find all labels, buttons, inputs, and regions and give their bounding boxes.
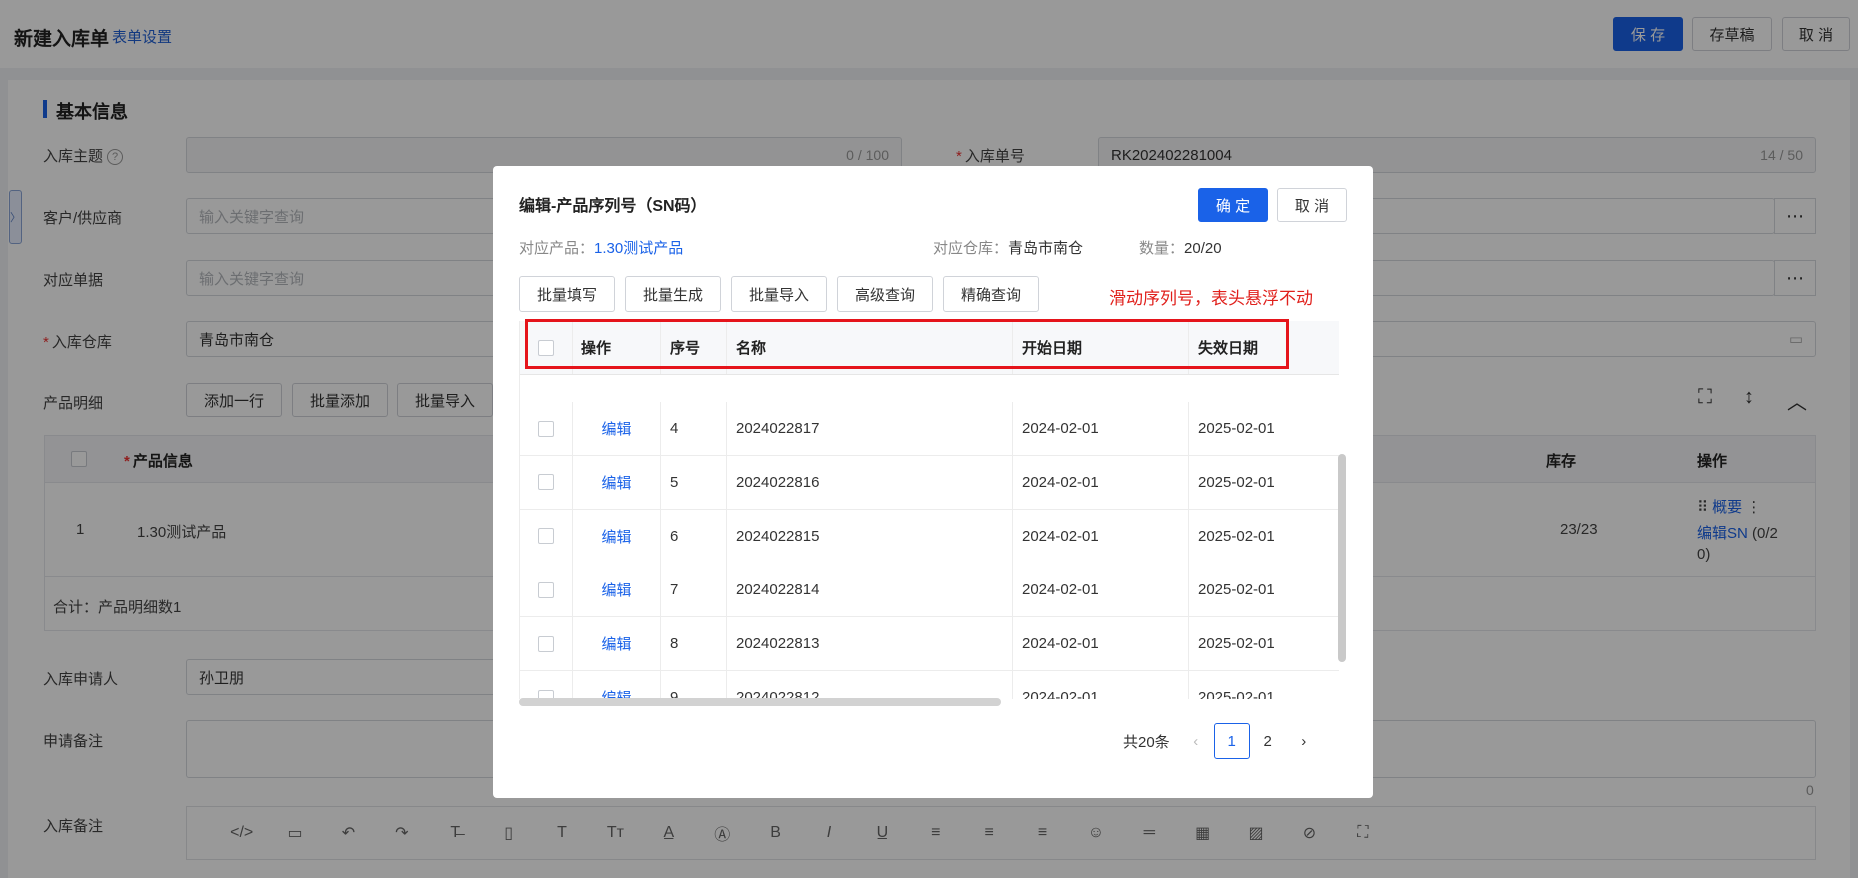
sn-row-start: 2024-02-01: [1022, 420, 1099, 437]
modal-title: 编辑-产品序列号（SN码）: [519, 198, 707, 215]
sn-cell-action: 编辑: [573, 671, 661, 699]
page-1[interactable]: 1: [1213, 723, 1250, 759]
sn-row-no: 8: [670, 635, 679, 653]
sn-cell-end: 2025-02-01: [1189, 402, 1339, 455]
next-page-icon[interactable]: ›: [1286, 723, 1322, 759]
sn-row-checkbox[interactable]: [538, 635, 554, 652]
pagination: 共20条 ‹ 1 2 ›: [1123, 723, 1322, 759]
sn-cell-no: 9: [661, 671, 727, 699]
sn-row-end: 2025-02-01: [1198, 635, 1275, 653]
modal-confirm-button[interactable]: 确 定: [1198, 188, 1268, 222]
sn-row-name: 2024022815: [736, 527, 820, 545]
sn-row: 编辑 5 2024022816 2024-02-01 2025-02-01: [520, 455, 1339, 510]
sn-cell-end: 2025-02-01: [1189, 510, 1339, 563]
sn-cell-name: 2024022813: [727, 617, 1013, 671]
sn-cell-name: 2024022812: [727, 671, 1013, 699]
sn-cell-no: 7: [661, 563, 727, 617]
sn-row-start: 2024-02-01: [1022, 635, 1099, 653]
modal-cancel-button[interactable]: 取 消: [1277, 188, 1347, 222]
sn-row-end: 2025-02-01: [1198, 420, 1275, 437]
sn-row-checkbox[interactable]: [538, 420, 554, 437]
pagination-total: 共20条: [1123, 733, 1170, 751]
sn-row-action[interactable]: 编辑: [601, 472, 631, 493]
sn-row: 编辑 7 2024022814 2024-02-01 2025-02-01: [520, 563, 1339, 618]
sn-row-select-cell: [520, 617, 573, 671]
annotation-note: 滑动序列号，表头悬浮不动: [1109, 289, 1313, 309]
sn-cell-action: 编辑: [573, 402, 661, 455]
sn-row-action[interactable]: 编辑: [601, 418, 631, 439]
sn-row-start: 2024-02-01: [1022, 689, 1099, 699]
sn-row-select-cell: [520, 402, 573, 455]
sn-row-no: 6: [670, 527, 679, 545]
sn-row-no: 5: [670, 473, 679, 491]
page-2[interactable]: 2: [1250, 723, 1286, 759]
sn-cell-start: 2024-02-01: [1013, 402, 1189, 455]
batch-fill-button[interactable]: 批量填写: [519, 276, 615, 312]
sn-cell-no: 4: [661, 402, 727, 455]
sn-row-action[interactable]: 编辑: [601, 526, 631, 547]
sn-cell-end: 2025-02-01: [1189, 563, 1339, 616]
sn-cell-name: 2024022817: [727, 402, 1013, 455]
sn-row-no: 7: [670, 581, 679, 599]
sn-cell-action: 编辑: [573, 509, 661, 563]
sn-row-no: 4: [670, 420, 679, 437]
sn-row-select-cell: [520, 455, 573, 509]
modal-warehouse-info: 对应仓库：青岛市南仓: [933, 240, 1084, 257]
sn-row: 编辑 8 2024022813 2024-02-01 2025-02-01: [520, 617, 1339, 672]
sn-row-end: 2025-02-01: [1198, 689, 1275, 699]
modal-product-link[interactable]: 1.30测试产品: [594, 240, 683, 257]
sn-row-select-cell: [520, 509, 573, 563]
header-highlight-box: [525, 319, 1289, 369]
exact-query-button[interactable]: 精确查询: [943, 276, 1039, 312]
sn-row-start: 2024-02-01: [1022, 473, 1099, 491]
sn-cell-no: 8: [661, 617, 727, 671]
sn-row-name: 2024022814: [736, 581, 820, 599]
sn-cell-name: 2024022816: [727, 455, 1013, 509]
horizontal-scrollbar[interactable]: [519, 698, 1001, 706]
vertical-scrollbar[interactable]: [1338, 454, 1346, 662]
sn-edit-modal: 编辑-产品序列号（SN码） 确 定 取 消 对应产品：1.30测试产品 对应仓库…: [493, 166, 1373, 798]
sn-row-name: 2024022816: [736, 473, 820, 491]
modal-product-info: 对应产品：1.30测试产品: [519, 240, 684, 257]
sn-cell-end: 2025-02-01: [1189, 671, 1339, 699]
sn-row-checkbox[interactable]: [538, 528, 554, 545]
sn-row-select-cell: [520, 671, 573, 699]
batch-generate-button[interactable]: 批量生成: [625, 276, 721, 312]
sn-row: 编辑 9 2024022812 2024-02-01 2025-02-01: [520, 671, 1339, 699]
sn-row-name: 2024022813: [736, 635, 820, 653]
modal-batch-import-button[interactable]: 批量导入: [731, 276, 827, 312]
sn-row-end: 2025-02-01: [1198, 473, 1275, 491]
sn-cell-action: 编辑: [573, 563, 661, 617]
sn-cell-name: 2024022815: [727, 509, 1013, 563]
sn-row-end: 2025-02-01: [1198, 527, 1275, 545]
sn-row-start: 2024-02-01: [1022, 527, 1099, 545]
sn-table: 操作 序号 名称 开始日期 失效日期 编辑 4 2024022817 2024-02-…: [519, 321, 1339, 699]
sn-row-name: 2024022817: [736, 420, 820, 437]
advanced-query-button[interactable]: 高级查询: [837, 276, 933, 312]
sn-row-select-cell: [520, 563, 573, 617]
sn-row-checkbox[interactable]: [538, 474, 554, 491]
sn-cell-start: 2024-02-01: [1013, 617, 1189, 671]
sn-row: 编辑 6 2024022815 2024-02-01 2025-02-01: [520, 509, 1339, 564]
prev-page-icon[interactable]: ‹: [1178, 723, 1214, 759]
sn-cell-start: 2024-02-01: [1013, 509, 1189, 563]
sn-cell-no: 6: [661, 509, 727, 563]
sn-cell-start: 2024-02-01: [1013, 563, 1189, 617]
sn-row-action[interactable]: 编辑: [601, 633, 631, 654]
sn-cell-action: 编辑: [573, 455, 661, 509]
sn-row-start: 2024-02-01: [1022, 581, 1099, 599]
sn-cell-no: 5: [661, 455, 727, 509]
sn-cell-start: 2024-02-01: [1013, 455, 1189, 509]
sn-cell-start: 2024-02-01: [1013, 671, 1189, 699]
sn-row: 编辑 4 2024022817 2024-02-01 2025-02-01: [520, 402, 1339, 456]
sn-row-action[interactable]: 编辑: [601, 579, 631, 600]
modal-qty-info: 数量：20/20: [1139, 240, 1222, 257]
sn-cell-end: 2025-02-01: [1189, 617, 1339, 670]
sn-cell-action: 编辑: [573, 617, 661, 671]
sn-cell-end: 2025-02-01: [1189, 456, 1339, 509]
sn-cell-name: 2024022814: [727, 563, 1013, 617]
sn-row-end: 2025-02-01: [1198, 581, 1275, 599]
sn-row-checkbox[interactable]: [538, 581, 554, 598]
